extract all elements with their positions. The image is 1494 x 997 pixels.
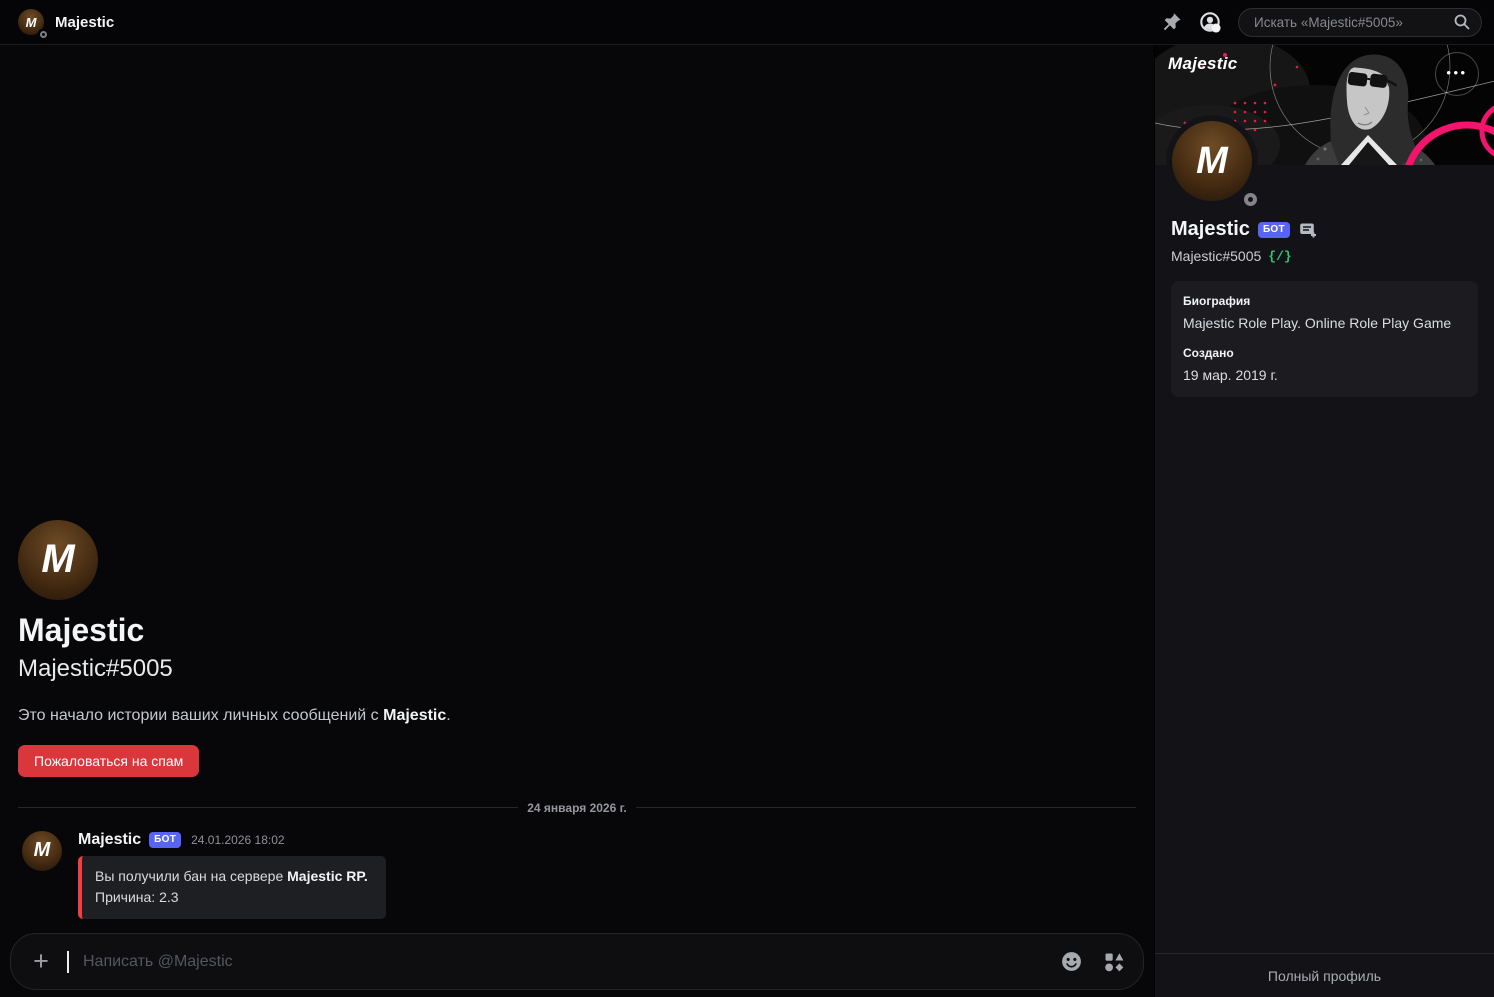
- bot-badge: БОТ: [1257, 221, 1290, 238]
- welcome-avatar: M: [18, 519, 98, 600]
- message-avatar-letter: M: [33, 839, 51, 862]
- composer-icons: [1060, 950, 1125, 973]
- search-box[interactable]: [1238, 7, 1482, 37]
- bot-badge: БОТ: [149, 831, 182, 848]
- chat-message: M Majestic БОТ 24.01.2026 18:02 Вы получ…: [16, 830, 1138, 919]
- divider-line-left: [18, 807, 519, 809]
- discord-dm-window: M Majestic Искать «Majestic#5005» M Maje…: [0, 0, 1494, 997]
- bio-label: Биография: [1183, 294, 1251, 308]
- banner-majestic-logo: Majestic: [1168, 53, 1238, 74]
- profile-tag-row: Majestic#5005 {/}: [1171, 248, 1478, 264]
- report-spam-button[interactable]: Пожаловаться на спам: [18, 744, 200, 777]
- chat-area: M Majestic Majestic#5005 Это начало исто…: [0, 45, 1154, 997]
- message-composer[interactable]: +: [10, 933, 1144, 990]
- user-profile-toggle-icon[interactable]: [1199, 11, 1222, 34]
- profile-avatar-ring[interactable]: M: [1166, 115, 1258, 207]
- date-divider: 24 января 2026 г.: [18, 801, 1136, 815]
- divider-line-right: [635, 807, 1136, 809]
- date-divider-label: 24 января 2026 г.: [527, 800, 627, 815]
- welcome-user-tag: Majestic#5005: [18, 654, 173, 682]
- embed-line-2: Причина: 2.3: [95, 889, 179, 906]
- banner-logo-text: Majestic: [1168, 54, 1238, 73]
- profile-avatar: M: [1172, 121, 1252, 201]
- attach-plus-icon[interactable]: +: [27, 948, 55, 975]
- welcome-intro-suffix: .: [446, 706, 451, 724]
- full-profile-link[interactable]: Полный профиль: [1155, 953, 1494, 997]
- header-toolbar: [1161, 7, 1482, 37]
- apps-icon[interactable]: [1103, 951, 1125, 973]
- message-embed: Вы получили бан на сервере Majestic RP. …: [78, 855, 386, 919]
- profile-display-name: Majestic: [1171, 218, 1250, 240]
- profile-name-row: Majestic БОТ: [1171, 218, 1478, 241]
- offline-status-icon: [40, 31, 47, 38]
- embed-line1-bold: Majestic RP: [287, 867, 364, 884]
- dm-welcome-block: M Majestic Majestic#5005 Это начало исто…: [16, 519, 1138, 777]
- created-value: 19 мар. 2019 г.: [1183, 367, 1278, 383]
- about-card: Биография Majestic Role Play. Online Rol…: [1171, 281, 1478, 397]
- message-avatar[interactable]: M: [22, 830, 62, 871]
- channel-avatar: M: [18, 9, 47, 38]
- profile-user-tag: Majestic#5005: [1171, 248, 1262, 264]
- user-profile-panel: Majestic ••• M Majestic БОТ Majestic#500…: [1154, 45, 1494, 997]
- profile-avatar-letter: M: [1196, 139, 1228, 182]
- embed-line1-suffix: .: [363, 867, 368, 884]
- channel-header: M Majestic: [0, 0, 1494, 45]
- embed-line1-prefix: Вы получили бан на сервере: [95, 867, 288, 884]
- channel-avatar-letter: M: [25, 14, 37, 30]
- pin-icon[interactable]: [1161, 11, 1183, 33]
- channel-info: M Majestic: [18, 9, 115, 38]
- message-header: Majestic БОТ 24.01.2026 18:02: [78, 831, 386, 849]
- slash-commands-badge: {/}: [1268, 248, 1292, 264]
- embed-line-1: Вы получили бан на сервере Majestic RP.: [95, 866, 368, 888]
- created-label: Создано: [1183, 346, 1234, 360]
- text-caret: [67, 950, 69, 973]
- search-input[interactable]: [1252, 13, 1447, 31]
- add-app-icon[interactable]: [1298, 220, 1318, 240]
- message-author-name[interactable]: Majestic: [78, 831, 141, 849]
- welcome-intro-text: Это начало истории ваших личных сообщени…: [18, 707, 1138, 725]
- profile-body: Majestic БОТ Majestic#5005 {/} Биография…: [1155, 207, 1494, 953]
- welcome-avatar-letter: M: [41, 537, 75, 582]
- search-icon[interactable]: [1453, 13, 1471, 31]
- message-timestamp: 24.01.2026 18:02: [191, 832, 285, 847]
- offline-status-icon: [1244, 193, 1257, 206]
- emoji-icon[interactable]: [1060, 950, 1083, 973]
- banner-logo-dot: [1222, 53, 1227, 57]
- message-scroll-area[interactable]: M Majestic Majestic#5005 Это начало исто…: [0, 45, 1154, 929]
- welcome-intro-bold-name: Majestic: [383, 706, 447, 724]
- bio-text: Majestic Role Play. Online Role Play Gam…: [1183, 315, 1452, 331]
- message-input[interactable]: [81, 951, 1048, 972]
- more-options-icon[interactable]: •••: [1435, 52, 1479, 96]
- message-body: Majestic БОТ 24.01.2026 18:02 Вы получил…: [78, 831, 386, 919]
- channel-title: Majestic: [55, 13, 115, 31]
- welcome-display-name: Majestic: [18, 611, 145, 648]
- welcome-intro-prefix: Это начало истории ваших личных сообщени…: [18, 706, 384, 724]
